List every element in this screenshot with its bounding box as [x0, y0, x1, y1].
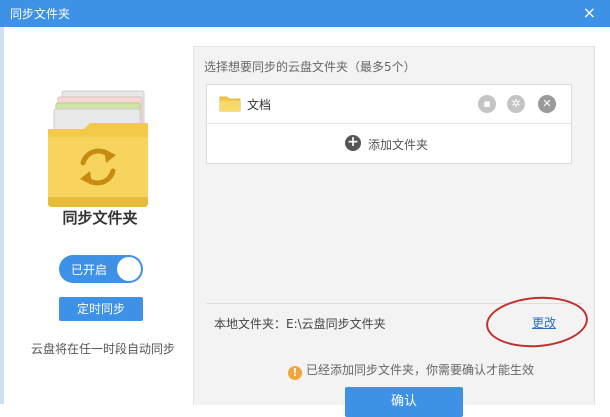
notice-text: 已经添加同步文件夹，你需要确认才能生效	[306, 363, 535, 377]
settings-icon[interactable]: ✲	[507, 95, 525, 113]
sync-description: 云盘将在任一时段自动同步	[31, 342, 176, 356]
remove-icon[interactable]: ✕	[538, 95, 556, 113]
toggle-knob	[117, 257, 141, 281]
info-icon: !	[288, 366, 302, 380]
scheduled-sync-button[interactable]: 定时同步	[59, 297, 143, 321]
change-folder-link[interactable]: 更改	[532, 314, 556, 331]
add-folder-label: 添加文件夹	[368, 138, 429, 152]
confirm-button[interactable]: 确认	[345, 387, 463, 417]
close-icon[interactable]: ×	[583, 3, 596, 22]
folder-name: 文档	[247, 98, 272, 112]
notice-message: ! 已经添加同步文件夹，你需要确认才能生效	[288, 361, 534, 380]
sync-folder-heading: 同步文件夹	[62, 209, 138, 227]
add-folder-button[interactable]: + 添加文件夹	[207, 124, 571, 163]
folder-list: 文档 ▪ ✲ ✕ + 添加文件夹	[206, 84, 572, 164]
folder-row[interactable]: 文档 ▪ ✲ ✕	[207, 85, 571, 124]
window-title: 同步文件夹	[10, 7, 71, 21]
local-folder-path: 本地文件夹：E:\云盘同步文件夹	[214, 317, 386, 331]
folder-icon	[219, 96, 241, 112]
open-icon[interactable]: ▪	[478, 95, 496, 113]
toggle-label: 已开启	[71, 263, 108, 277]
plus-icon: +	[345, 135, 361, 151]
folder-select-hint: 选择想要同步的云盘文件夹（最多5个）	[204, 60, 416, 74]
right-panel: 选择想要同步的云盘文件夹（最多5个） 文档 ▪ ✲ ✕ + 添加文件夹 本地文件…	[193, 46, 595, 417]
title-bar: 同步文件夹 ×	[0, 0, 610, 27]
sync-folder-icon	[48, 90, 148, 207]
sync-toggle[interactable]: 已开启	[59, 255, 143, 283]
